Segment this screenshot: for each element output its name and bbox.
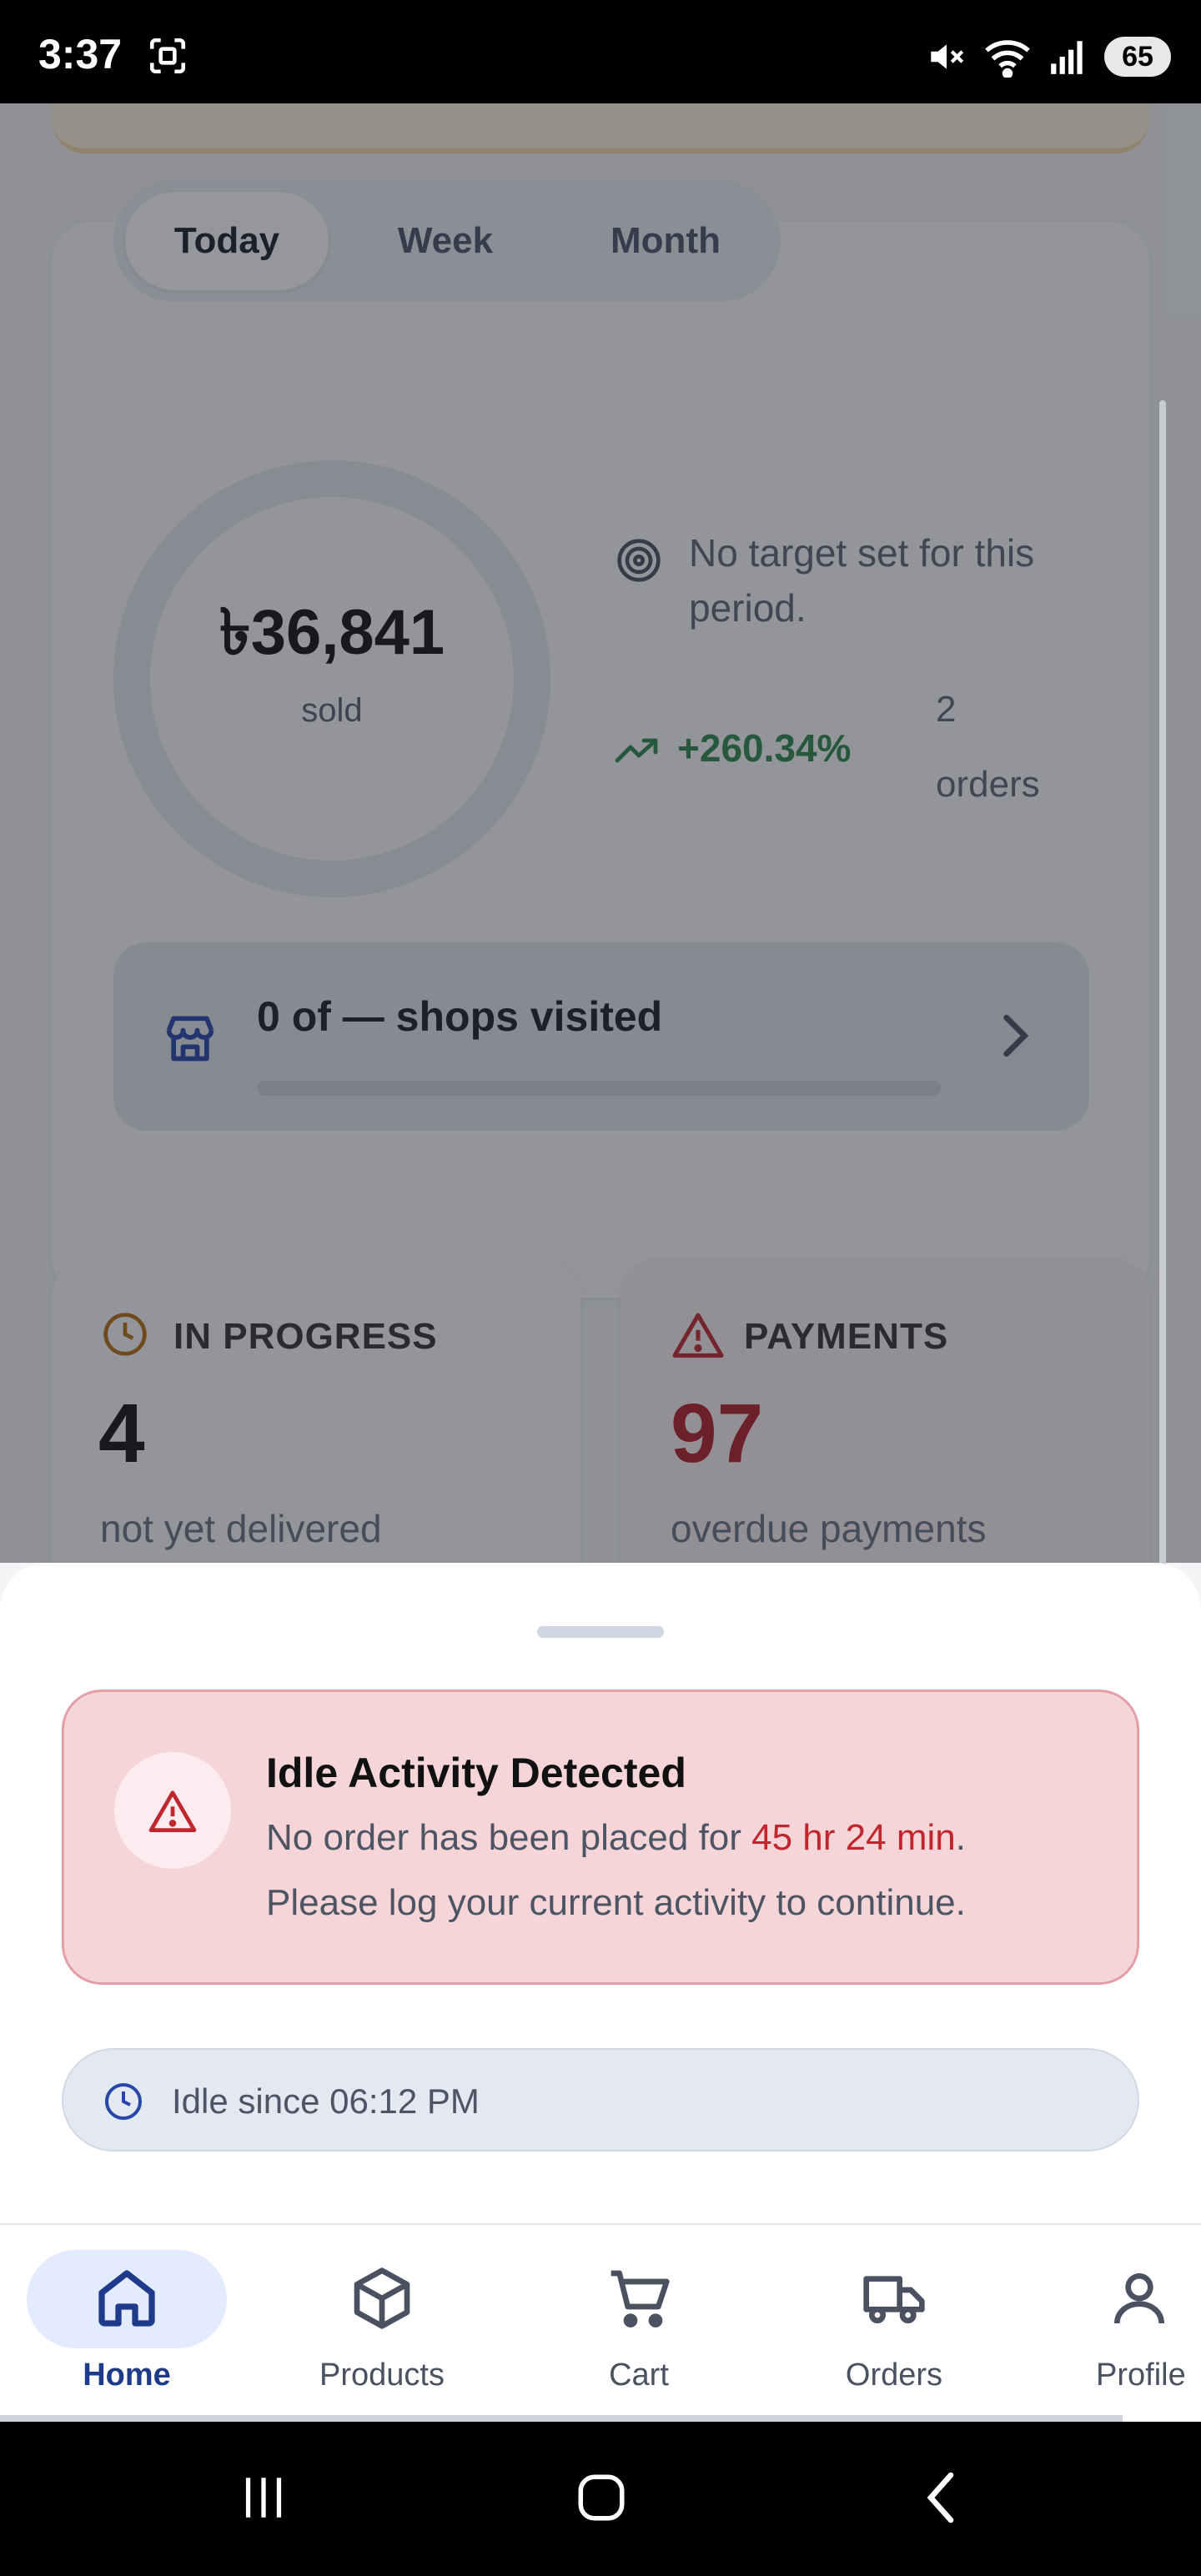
alert-icon-badge <box>114 1752 231 1869</box>
back-icon[interactable] <box>921 2470 961 2525</box>
home-icon <box>98 2270 155 2327</box>
nav-orders[interactable]: Orders <box>794 2250 994 2400</box>
wifi-icon <box>985 40 1030 78</box>
status-time: 3:37 <box>38 31 123 78</box>
nav-profile-label: Profile <box>1096 2358 1186 2393</box>
warning-icon <box>148 1790 197 1832</box>
cart-icon <box>611 2270 670 2327</box>
truck-icon <box>863 2276 925 2323</box>
alert-message-line2: Please log your current activity to cont… <box>266 1882 966 1923</box>
bottom-nav: Home Products Cart Orders Profile <box>0 2223 1201 2422</box>
idle-alert: Idle Activity Detected No order has been… <box>62 1690 1139 1985</box>
nav-home-label: Home <box>83 2358 171 2393</box>
mute-icon <box>931 44 964 69</box>
system-nav-bar <box>0 2422 1201 2576</box>
nav-cart[interactable]: Cart <box>539 2250 739 2400</box>
signal-icon <box>1051 41 1083 74</box>
nav-cart-label: Cart <box>609 2358 669 2393</box>
idle-since-pill: Idle since 06:12 PM <box>62 2048 1139 2152</box>
alert-message: No order has been placed for 45 hr 24 mi… <box>266 1817 966 1858</box>
box-icon <box>354 2267 410 2329</box>
nav-home[interactable]: Home <box>27 2250 227 2400</box>
battery-icon: 65 <box>1104 37 1171 77</box>
idle-since-text: Idle since 06:12 PM <box>172 2081 480 2121</box>
home-button-icon[interactable] <box>574 2470 629 2525</box>
nav-orders-label: Orders <box>845 2358 943 2393</box>
nav-products[interactable]: Products <box>282 2250 482 2400</box>
clock-icon <box>105 2083 142 2120</box>
idle-duration: 45 hr 24 min <box>751 1817 956 1858</box>
alert-title: Idle Activity Detected <box>266 1750 686 1796</box>
recent-apps-icon[interactable] <box>237 2473 290 2522</box>
nav-scroll-indicator <box>0 2415 1123 2422</box>
user-icon <box>1114 2273 1164 2324</box>
status-bar: 3:37 65 <box>0 0 1201 103</box>
nav-profile[interactable]: Profile <box>1048 2250 1201 2400</box>
sheet-drag-handle[interactable] <box>537 1626 664 1638</box>
modal-backdrop[interactable] <box>0 103 1201 1563</box>
screenshot-icon <box>149 38 186 74</box>
nav-products-label: Products <box>319 2358 445 2393</box>
